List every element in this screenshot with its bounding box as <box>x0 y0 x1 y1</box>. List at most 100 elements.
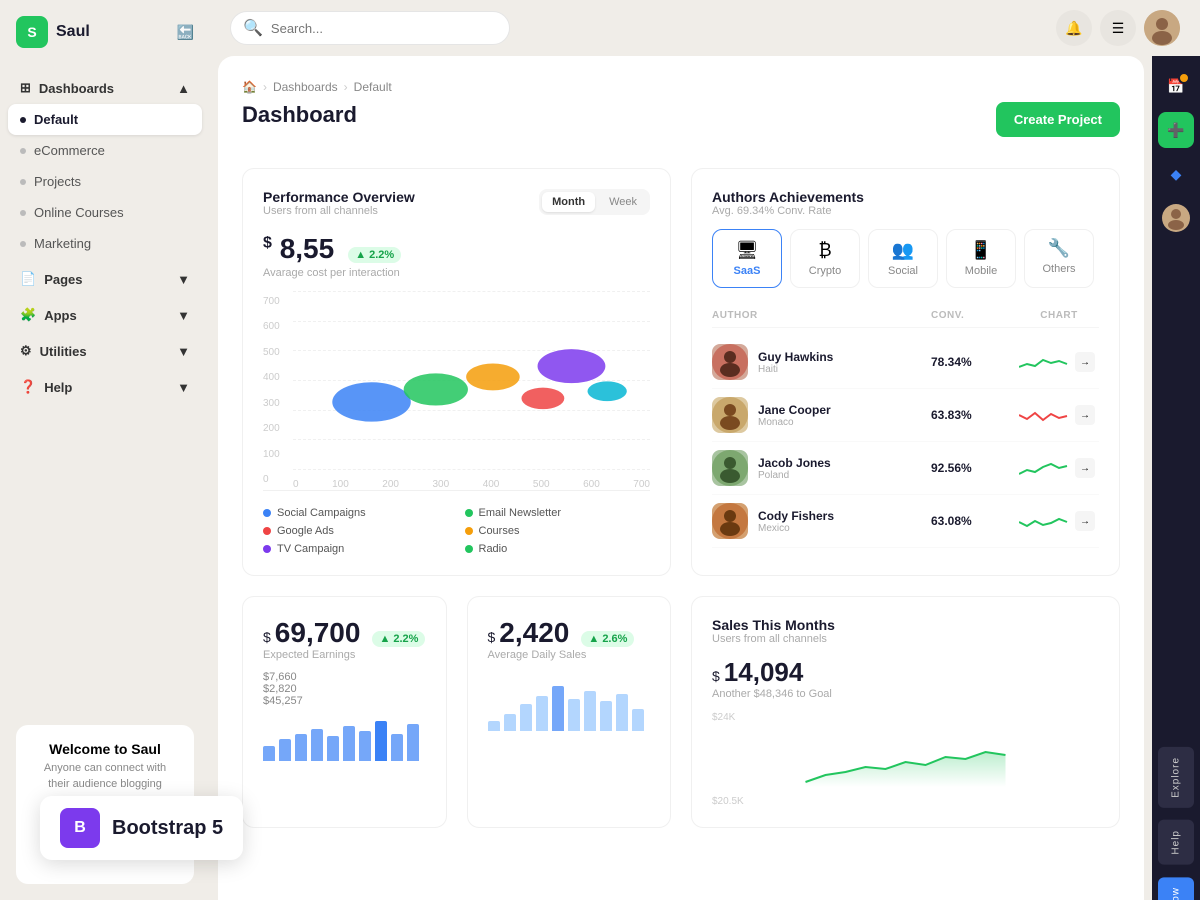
performance-title-block: Performance Overview Users from all chan… <box>263 189 415 229</box>
dot-marketing <box>20 241 26 247</box>
pages-arrow: ▼ <box>177 272 190 287</box>
metric-badge: ▲ 2.2% <box>348 247 401 263</box>
author-conv-guy: 78.34% <box>931 355 1011 369</box>
content-header: Dashboard Create Project <box>242 102 1120 148</box>
calendar-icon[interactable]: 📅 <box>1158 68 1194 104</box>
earnings-value: 69,700 <box>275 617 361 649</box>
col-author: AUTHOR <box>712 310 923 321</box>
create-project-button[interactable]: Create Project <box>996 102 1120 137</box>
daily-sales-badge: ▲ 2.6% <box>581 631 634 647</box>
back-icon[interactable]: 🔙 <box>177 24 194 41</box>
search-input[interactable] <box>271 21 497 36</box>
help-button[interactable]: Help <box>1158 820 1194 865</box>
bar <box>327 736 339 761</box>
sales-chart-svg <box>712 727 1099 787</box>
help-icon: ❓ <box>20 379 36 395</box>
category-tabs: 🖥 SaaS ₿ Crypto 👥 Social 📱 <box>712 229 1099 288</box>
bar <box>359 731 371 761</box>
bubble-chart: 700 600 500 400 300 200 100 0 <box>263 291 650 491</box>
sidebar-item-pages[interactable]: 📄 Pages ▼ <box>8 263 202 295</box>
settings-icon[interactable]: ☰ <box>1100 10 1136 46</box>
authors-title: Authors Achievements <box>712 189 1099 205</box>
author-name-cody: Cody Fishers <box>758 509 834 523</box>
legend-dot-tv <box>263 545 271 553</box>
dot-default <box>20 117 26 123</box>
author-row-cody: Cody Fishers Mexico 63.08% → <box>712 495 1099 548</box>
dot-ecommerce <box>20 148 26 154</box>
cat-tab-saas[interactable]: 🖥 SaaS <box>712 229 782 288</box>
welcome-subtitle: Anyone can connect with their audience b… <box>32 761 178 792</box>
author-row-jacob: Jacob Jones Poland 92.56% → <box>712 442 1099 495</box>
saas-icon: 🖥 <box>736 240 759 261</box>
period-month-button[interactable]: Month <box>542 192 595 212</box>
sidebar-item-apps[interactable]: 🧩 Apps ▼ <box>8 299 202 331</box>
utilities-arrow: ▼ <box>177 344 190 359</box>
bar <box>311 729 323 762</box>
sales-month-card: Sales This Months Users from all channel… <box>691 596 1120 828</box>
others-icon: 🔧 <box>1048 238 1070 259</box>
cat-tab-others[interactable]: 🔧 Others <box>1024 229 1094 288</box>
buy-now-button[interactable]: Buy now <box>1158 877 1194 900</box>
help-arrow: ▼ <box>177 380 190 395</box>
breadcrumb-current: Default <box>354 80 392 94</box>
sidebar-item-projects[interactable]: Projects <box>8 166 202 197</box>
period-week-button[interactable]: Week <box>599 192 647 212</box>
col-chart: CHART <box>1019 310 1099 321</box>
nav-group-dashboards: ⊞ Dashboards ▲ Default eCommerce Project… <box>8 72 202 259</box>
breadcrumb-sep1: › <box>263 80 267 94</box>
view-arrow-cody[interactable]: → <box>1075 511 1095 531</box>
bar <box>488 721 500 731</box>
cat-tab-mobile[interactable]: 📱 Mobile <box>946 229 1016 288</box>
cat-tab-social[interactable]: 👥 Social <box>868 229 938 288</box>
sales-y-label-bottom: $20.5K <box>712 796 1099 807</box>
daily-sales-label: Average Daily Sales <box>488 649 651 661</box>
author-name-jacob: Jacob Jones <box>758 456 831 470</box>
bar <box>600 701 612 731</box>
sidebar-item-online-courses[interactable]: Online Courses <box>8 197 202 228</box>
avatar[interactable] <box>1144 10 1180 46</box>
search-box[interactable]: 🔍 <box>230 11 510 45</box>
marketing-label: Marketing <box>34 236 91 251</box>
utilities-icon: ⚙ <box>20 343 32 359</box>
view-arrow-jane[interactable]: → <box>1075 405 1095 425</box>
legend-radio: Radio <box>465 543 651 555</box>
nav-group-help: ❓ Help ▼ <box>8 371 202 403</box>
bar <box>407 724 419 762</box>
topbar-actions: 🔔 ☰ <box>1056 10 1180 46</box>
page-title: Dashboard <box>242 102 357 128</box>
daily-sales-bar-chart <box>488 681 651 731</box>
diamond-icon[interactable]: ◆ <box>1158 156 1194 192</box>
notifications-icon[interactable]: 🔔 <box>1056 10 1092 46</box>
breadcrumb-home[interactable]: 🏠 <box>242 80 257 94</box>
sidebar-item-marketing[interactable]: Marketing <box>8 228 202 259</box>
sidebar-item-ecommerce[interactable]: eCommerce <box>8 135 202 166</box>
earnings-value-row: $ 69,700 ▲ 2.2% <box>263 617 426 649</box>
explore-button[interactable]: Explore <box>1158 747 1194 808</box>
avatar-far[interactable] <box>1158 200 1194 236</box>
view-arrow-jacob[interactable]: → <box>1075 458 1095 478</box>
metric-value: $ 8,55 <box>263 233 334 265</box>
bar <box>263 746 275 761</box>
authors-table-header: AUTHOR CONV. CHART <box>712 304 1099 328</box>
author-country-jane: Monaco <box>758 417 831 428</box>
author-info-jane: Jane Cooper Monaco <box>712 397 923 433</box>
mini-chart-jane: → <box>1019 405 1099 425</box>
sales-month-title: Sales This Months <box>712 617 1099 633</box>
view-arrow-guy[interactable]: → <box>1075 352 1095 372</box>
bar <box>504 714 516 732</box>
sidebar-item-utilities[interactable]: ⚙ Utilities ▼ <box>8 335 202 367</box>
authors-card: Authors Achievements Avg. 69.34% Conv. R… <box>691 168 1120 576</box>
welcome-title: Welcome to Saul <box>32 741 178 757</box>
legend-google-ads: Google Ads <box>263 525 449 537</box>
author-name-jane: Jane Cooper <box>758 403 831 417</box>
social-icon: 👥 <box>892 240 914 261</box>
sales-month-value-row: $ 14,094 <box>712 657 1099 688</box>
breadcrumb-dashboards[interactable]: Dashboards <box>273 80 338 94</box>
bootstrap-text: Bootstrap 5 <box>112 817 223 840</box>
sidebar-item-dashboards[interactable]: ⊞ Dashboards ▲ <box>8 72 202 104</box>
cat-tab-crypto[interactable]: ₿ Crypto <box>790 229 860 288</box>
sidebar-item-help[interactable]: ❓ Help ▼ <box>8 371 202 403</box>
add-icon[interactable]: ➕ <box>1158 112 1194 148</box>
content-area: 🏠 › Dashboards › Default Dashboard Creat… <box>210 56 1200 900</box>
sidebar-item-default[interactable]: Default <box>8 104 202 135</box>
